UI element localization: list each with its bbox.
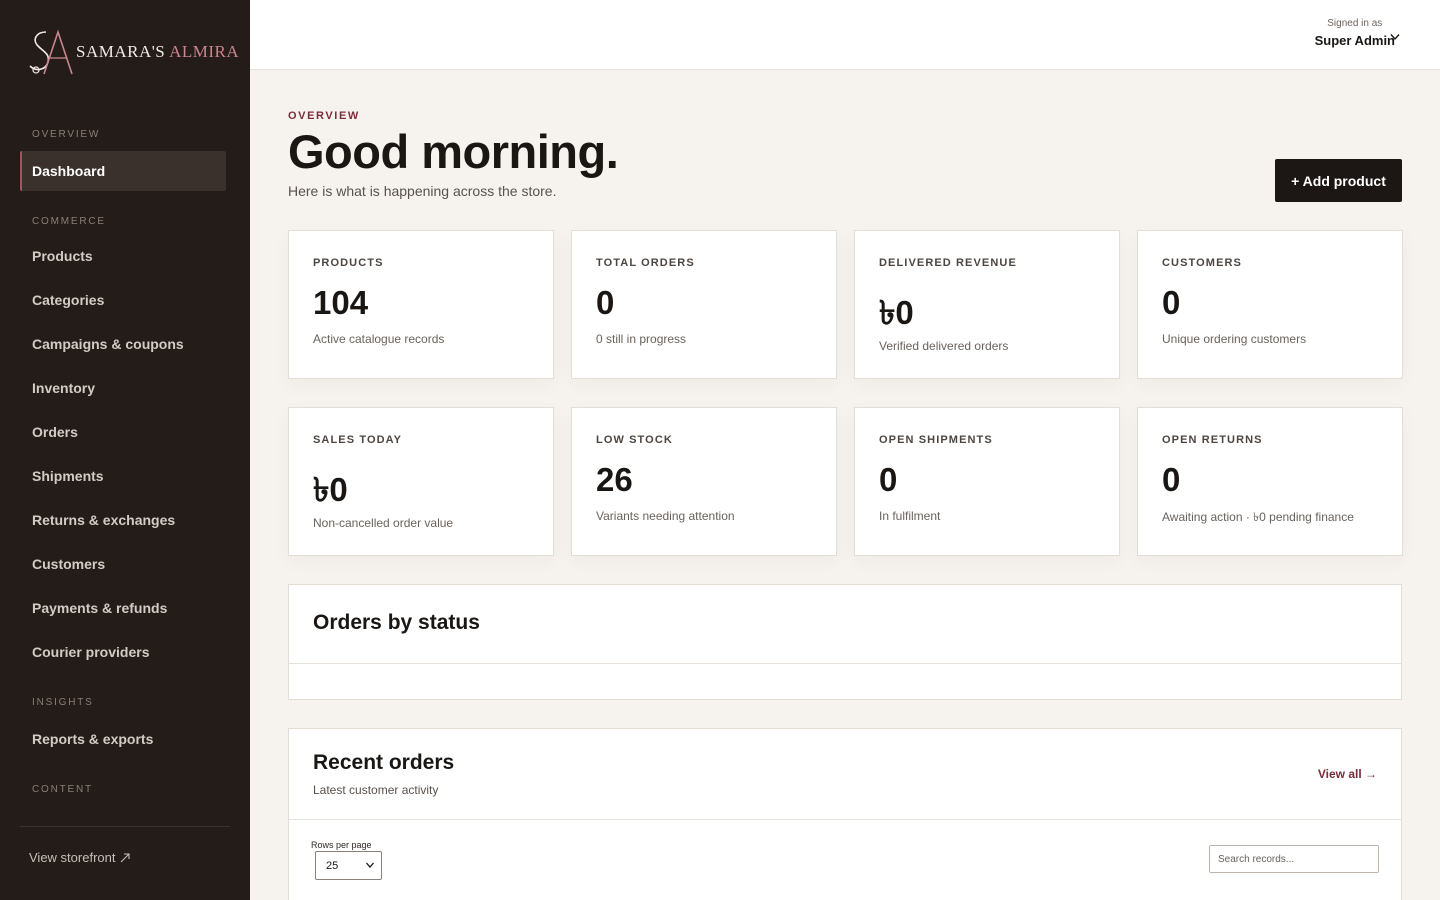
sidebar-item-hero-slider[interactable]: Hero slider — [20, 806, 226, 820]
stat-value: ৳0 — [313, 471, 348, 508]
stat-label: CUSTOMERS — [1162, 257, 1242, 269]
stat-card-open-returns: OPEN RETURNS 0 Awaiting action · ৳0 pend… — [1137, 407, 1403, 556]
stat-value: 0 — [1162, 284, 1181, 321]
stat-card-low-stock: LOW STOCK 26 Variants needing attention — [571, 407, 837, 556]
sidebar-item-customers[interactable]: Customers — [20, 544, 226, 584]
panel-title: Recent orders — [313, 751, 455, 774]
page-eyebrow: OVERVIEW — [288, 110, 360, 122]
stat-description: In fulfilment — [879, 509, 941, 523]
sidebar-item-inventory[interactable]: Inventory — [20, 368, 226, 408]
orders-by-status-panel: Orders by status — [288, 584, 1402, 700]
user-name: Super Admin — [1314, 33, 1395, 48]
recent-orders-panel: Recent orders Latest customer activity V… — [288, 728, 1402, 900]
stat-label: DELIVERED REVENUE — [879, 257, 1017, 269]
signed-in-label: Signed in as — [1327, 18, 1383, 29]
panel-divider — [289, 819, 1401, 820]
nav-section-overview: OVERVIEW — [32, 129, 101, 140]
view-all-link[interactable]: View all → — [1318, 767, 1377, 781]
sa-monogram-icon — [26, 26, 76, 78]
stat-label: OPEN SHIPMENTS — [879, 434, 993, 446]
sidebar-item-orders[interactable]: Orders — [20, 412, 226, 452]
sidebar-item-shipments[interactable]: Shipments — [20, 456, 226, 496]
external-arrow-icon — [121, 852, 131, 862]
sidebar-item-campaigns-coupons[interactable]: Campaigns & coupons — [20, 324, 226, 364]
nav-section-insights: INSIGHTS — [32, 697, 94, 708]
page-title: Good morning. — [288, 125, 619, 178]
stat-value: 0 — [1162, 461, 1181, 498]
brand-logo[interactable]: SAMARA'S ALMIRA — [26, 26, 239, 78]
user-menu[interactable]: Signed in as Super Admin — [1315, 18, 1395, 48]
rows-per-page-label: Rows per page — [311, 840, 372, 850]
stat-value: 0 — [596, 284, 615, 321]
stat-description: Non-cancelled order value — [313, 516, 454, 530]
stat-description: Awaiting action · ৳0 pending finance — [1162, 510, 1354, 524]
top-bar: Signed in as Super Admin — [250, 0, 1440, 70]
brand-name-part1: SAMARA'S — [76, 42, 166, 61]
stat-value: 104 — [313, 284, 369, 321]
stat-label: TOTAL ORDERS — [596, 257, 695, 269]
stat-description: 0 still in progress — [596, 332, 687, 346]
sidebar-item-reports-exports[interactable]: Reports & exports — [20, 719, 226, 759]
stat-description: Active catalogue records — [313, 332, 445, 346]
stat-value: ৳0 — [879, 294, 914, 331]
sidebar: SAMARA'S ALMIRA OVERVIEW Dashboard COMME… — [0, 0, 250, 900]
stat-card-open-shipments: OPEN SHIPMENTS 0 In fulfilment — [854, 407, 1120, 556]
stat-description: Verified delivered orders — [879, 339, 1009, 353]
sidebar-nav: OVERVIEW Dashboard COMMERCE Products Cat… — [20, 120, 226, 820]
chevron-down-icon[interactable] — [1390, 33, 1400, 41]
sidebar-item-courier-providers[interactable]: Courier providers — [20, 632, 226, 672]
panel-divider — [289, 663, 1401, 664]
page-subtitle: Here is what is happening across the sto… — [288, 183, 557, 199]
stat-description: Variants needing attention — [596, 509, 735, 523]
stat-card-sales-today: SALES TODAY ৳0 Non-cancelled order value — [288, 407, 554, 556]
stat-description: Unique ordering customers — [1162, 332, 1307, 346]
add-product-button[interactable]: + Add product — [1275, 159, 1402, 202]
stat-label: OPEN RETURNS — [1162, 434, 1263, 446]
stat-value: 26 — [596, 461, 633, 498]
panel-subtitle: Latest customer activity — [313, 783, 439, 797]
rows-per-page-value: 25 — [326, 859, 339, 872]
stat-card-products: PRODUCTS 104 Active catalogue records — [288, 230, 554, 379]
stat-value: 0 — [879, 461, 898, 498]
stat-card-delivered-revenue: DELIVERED REVENUE ৳0 Verified delivered … — [854, 230, 1120, 379]
rows-per-page-select[interactable]: 25 — [315, 851, 382, 880]
sidebar-divider — [20, 826, 230, 827]
stat-card-customers: CUSTOMERS 0 Unique ordering customers — [1137, 230, 1403, 379]
storefront-label: View storefront — [29, 850, 116, 865]
stat-card-total-orders: TOTAL ORDERS 0 0 still in progress — [571, 230, 837, 379]
view-storefront-link[interactable]: View storefront — [29, 850, 131, 865]
panel-title: Orders by status — [313, 611, 480, 634]
stat-label: LOW STOCK — [596, 434, 673, 446]
chevron-down-icon — [366, 862, 374, 868]
search-input[interactable] — [1209, 845, 1379, 873]
brand-name: SAMARA'S ALMIRA — [76, 42, 239, 62]
stat-label: SALES TODAY — [313, 434, 403, 446]
sidebar-item-returns-exchanges[interactable]: Returns & exchanges — [20, 500, 226, 540]
nav-section-commerce: COMMERCE — [32, 216, 106, 227]
sidebar-item-dashboard[interactable]: Dashboard — [20, 151, 226, 191]
sidebar-item-products[interactable]: Products — [20, 236, 226, 276]
stat-label: PRODUCTS — [313, 257, 384, 269]
nav-section-content: CONTENT — [32, 784, 93, 795]
sidebar-item-categories[interactable]: Categories — [20, 280, 226, 320]
brand-name-part2: ALMIRA — [169, 42, 240, 61]
sidebar-item-payments-refunds[interactable]: Payments & refunds — [20, 588, 226, 628]
